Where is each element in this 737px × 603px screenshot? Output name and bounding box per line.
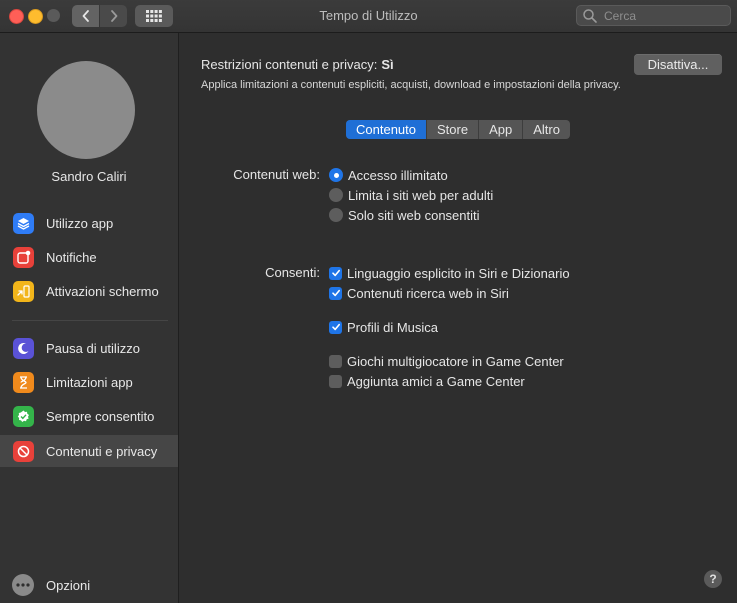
radio-allowed-sites-only[interactable]: Solo siti web consentiti (329, 206, 480, 224)
hourglass-icon (13, 371, 34, 393)
checkbox-label: Profili di Musica (347, 319, 439, 335)
checkbox-siri-web-search[interactable]: Contenuti ricerca web in Siri (329, 284, 509, 302)
title-bar: Tempo di Utilizzo (0, 0, 737, 33)
web-content-label: Contenuti web: (233, 167, 320, 182)
notification-icon (13, 246, 34, 268)
allow-label: Consenti: (265, 265, 320, 280)
radio-limit-adult-sites[interactable]: Limita i siti web per adulti (329, 186, 493, 204)
restrictions-description: Applica limitazioni a contenuti esplicit… (201, 79, 621, 91)
avatar[interactable] (37, 61, 135, 159)
sidebar-item-label: Utilizzo app (46, 215, 114, 231)
main-panel: Restrizioni contenuti e privacy: Sì Appli… (179, 33, 737, 603)
disable-button[interactable]: Disattiva... (634, 54, 722, 75)
checkbox-label: Giochi multigiocatore in Game Center (347, 353, 564, 369)
check-badge-icon (13, 405, 34, 427)
restrictions-label: Restrizioni contenuti e privacy: (201, 57, 378, 72)
pickup-icon (13, 280, 34, 302)
sidebar: Sandro Caliri Utilizzo app Notifiche Att… (0, 33, 179, 603)
options-button[interactable]: Opzioni (0, 571, 178, 599)
help-button[interactable]: ? (704, 570, 722, 588)
search-input[interactable] (602, 7, 726, 24)
restrictions-status: Restrizioni contenuti e privacy: Sì (201, 57, 394, 72)
search-box[interactable] (576, 5, 731, 26)
checkbox-explicit-language[interactable]: Linguaggio esplicito in Siri e Dizionari… (329, 264, 570, 282)
sidebar-item-label: Attivazioni schermo (46, 283, 159, 299)
layers-icon (13, 212, 34, 234)
tab-other[interactable]: Altro (523, 120, 570, 139)
sidebar-item-app-limits[interactable]: Limitazioni app (0, 366, 178, 398)
tab-apps[interactable]: App (479, 120, 524, 139)
no-entry-icon (13, 440, 34, 462)
checkbox-add-friends[interactable]: Aggiunta amici a Game Center (329, 372, 525, 390)
tab-content[interactable]: Contenuto (346, 120, 427, 139)
checkbox[interactable] (329, 354, 342, 368)
checkbox-multiplayer-games[interactable]: Giochi multigiocatore in Game Center (329, 352, 564, 370)
sidebar-item-always-allowed[interactable]: Sempre consentito (0, 400, 178, 432)
tab-store[interactable]: Store (427, 120, 480, 139)
checkmark-icon (331, 323, 340, 331)
checkbox[interactable] (329, 320, 342, 334)
checkbox[interactable] (329, 374, 342, 388)
window: Tempo di Utilizzo Sandro Caliri Utilizzo… (0, 0, 737, 603)
user-name: Sandro Caliri (51, 169, 127, 184)
sidebar-item-label: Sempre consentito (46, 408, 155, 424)
sidebar-item-downtime[interactable]: Pausa di utilizzo (0, 332, 178, 364)
sidebar-item-content-privacy[interactable]: Contenuti e privacy (0, 435, 178, 467)
restrictions-value: Sì (381, 57, 394, 72)
sidebar-item-label: Pausa di utilizzo (46, 340, 140, 356)
sidebar-item-label: Contenuti e privacy (46, 443, 158, 459)
radio-label: Accesso illimitato (348, 167, 448, 183)
checkbox-label: Aggiunta amici a Game Center (347, 373, 525, 389)
sidebar-item-label: Limitazioni app (46, 374, 133, 390)
checkmark-icon (331, 269, 340, 277)
checkbox-label: Linguaggio esplicito in Siri e Dizionari… (347, 265, 570, 281)
checkbox-label: Contenuti ricerca web in Siri (347, 285, 509, 301)
search-icon (583, 8, 597, 23)
options-label: Opzioni (46, 577, 91, 593)
radio-unrestricted-access[interactable]: Accesso illimitato (329, 166, 448, 184)
radio-button[interactable] (329, 188, 343, 202)
sidebar-item-app-usage[interactable]: Utilizzo app (0, 207, 178, 239)
ellipsis-icon (12, 574, 34, 596)
tab-bar: Contenuto Store App Altro (346, 120, 570, 139)
checkbox[interactable] (329, 266, 342, 280)
sidebar-item-label: Notifiche (46, 249, 97, 265)
radio-label: Limita i siti web per adulti (348, 187, 494, 203)
sidebar-item-notifications[interactable]: Notifiche (0, 241, 178, 273)
sidebar-item-pickups[interactable]: Attivazioni schermo (0, 275, 178, 307)
sidebar-divider (12, 320, 168, 321)
checkbox[interactable] (329, 286, 342, 300)
radio-button[interactable] (329, 168, 343, 182)
radio-label: Solo siti web consentiti (348, 207, 480, 223)
checkbox-music-profiles[interactable]: Profili di Musica (329, 318, 438, 336)
radio-button[interactable] (329, 208, 343, 222)
downtime-icon (13, 337, 34, 359)
checkmark-icon (331, 289, 340, 297)
